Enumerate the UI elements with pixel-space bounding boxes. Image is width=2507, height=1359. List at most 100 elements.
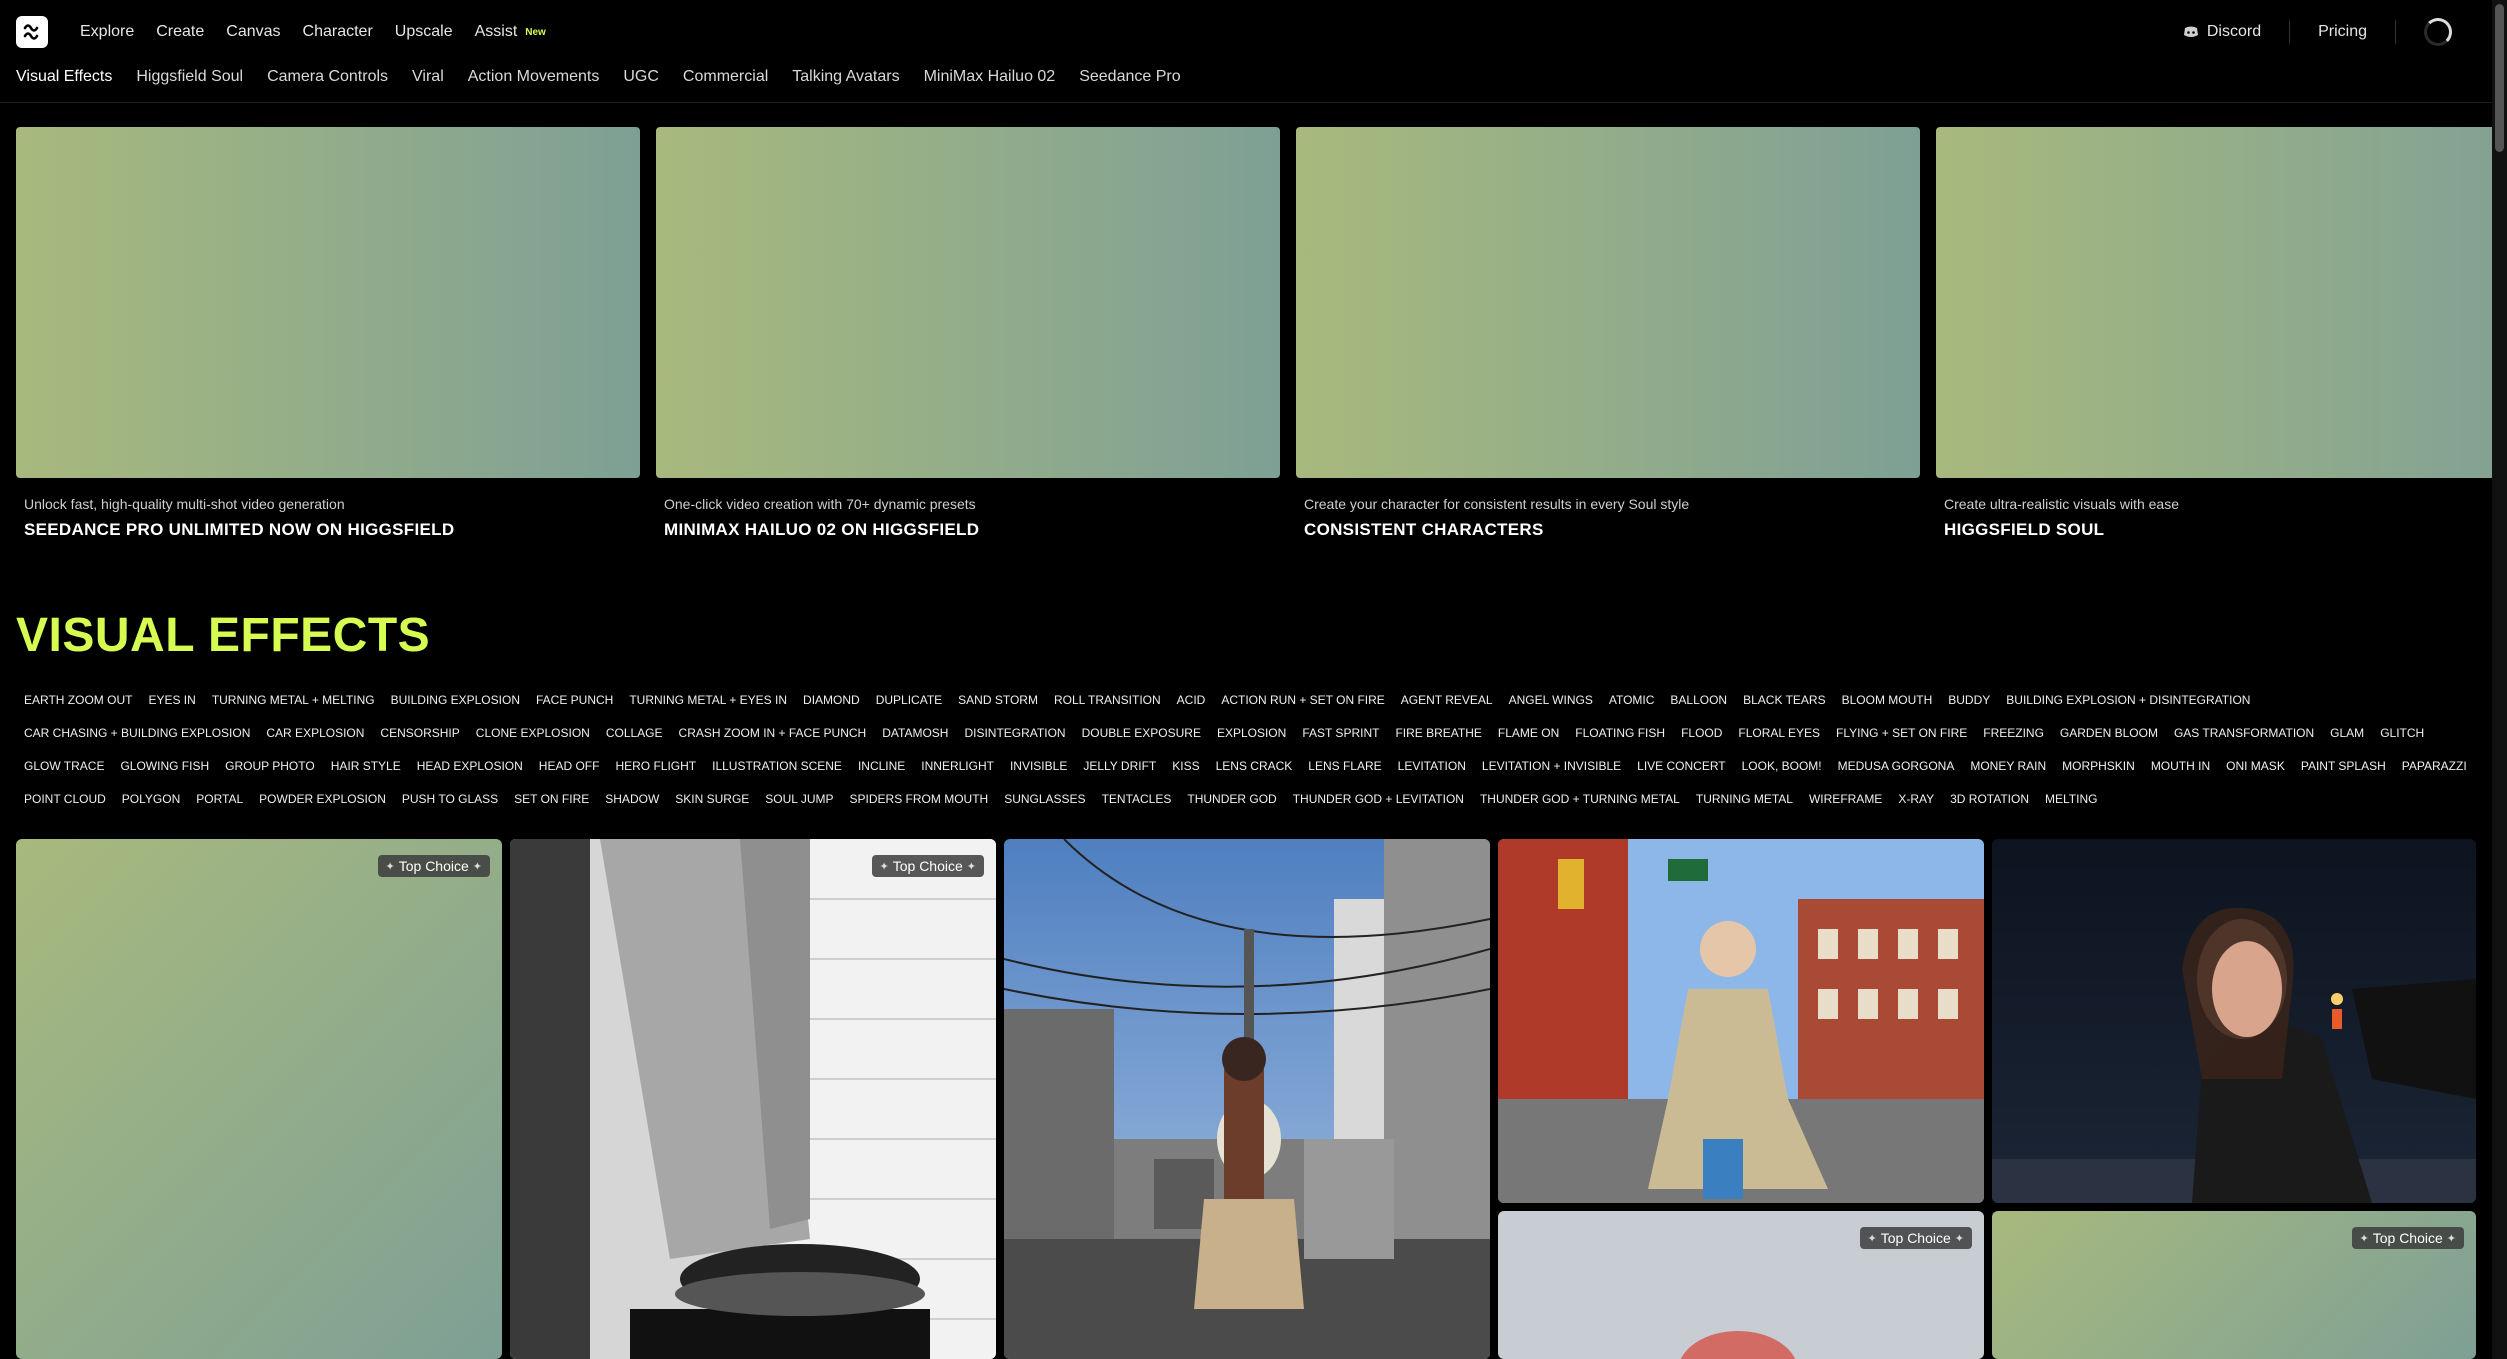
effect-tag[interactable]: MOUTH IN (2143, 752, 2218, 785)
gallery-tile[interactable]: ✦ Top Choice ✦ (1498, 1211, 1984, 1359)
gallery-tile[interactable]: ✦ Top Choice ✦ (510, 839, 996, 1359)
effect-tag[interactable]: BLACK TEARS (1735, 686, 1833, 719)
gallery-tile[interactable] (1498, 839, 1984, 1203)
effect-tag[interactable]: BALLOON (1662, 686, 1735, 719)
effect-tag[interactable]: SET ON FIRE (506, 785, 597, 818)
effect-tag[interactable]: LOOK, BOOM! (1734, 752, 1830, 785)
discord-link[interactable]: Discord (2183, 23, 2261, 41)
effect-tag[interactable]: ILLUSTRATION SCENE (704, 752, 850, 785)
nav-assist[interactable]: Assist New (475, 23, 546, 41)
tab-viral[interactable]: Viral (412, 68, 444, 86)
effect-tag[interactable]: MONEY RAIN (1962, 752, 2054, 785)
gallery-tile[interactable] (1992, 839, 2476, 1203)
effect-tag[interactable]: BUILDING EXPLOSION (383, 686, 528, 719)
nav-explore[interactable]: Explore (80, 23, 134, 41)
effect-tag[interactable]: EARTH ZOOM OUT (16, 686, 140, 719)
gallery-tile[interactable]: ✦ Top Choice ✦ (16, 839, 502, 1359)
tab-camera-controls[interactable]: Camera Controls (267, 68, 388, 86)
hero-card[interactable]: Create your character for consistent res… (1296, 127, 1920, 540)
effect-tag[interactable]: FLAME ON (1490, 719, 1567, 752)
effect-tag[interactable]: GLOWING FISH (112, 752, 217, 785)
effect-tag[interactable]: MEDUSA GORGONA (1830, 752, 1963, 785)
tab-ugc[interactable]: UGC (623, 68, 659, 86)
tab-action-movements[interactable]: Action Movements (468, 68, 600, 86)
effect-tag[interactable]: INCLINE (850, 752, 913, 785)
nav-character[interactable]: Character (303, 23, 373, 41)
effect-tag[interactable]: TURNING METAL + EYES IN (621, 686, 795, 719)
effect-tag[interactable]: FACE PUNCH (528, 686, 621, 719)
effect-tag[interactable]: LEVITATION + INVISIBLE (1474, 752, 1629, 785)
effect-tag[interactable]: SPIDERS FROM MOUTH (842, 785, 997, 818)
page-scrollbar[interactable] (2492, 0, 2507, 1359)
effect-tag[interactable]: BLOOM MOUTH (1834, 686, 1941, 719)
effect-tag[interactable]: GARDEN BLOOM (2052, 719, 2166, 752)
effect-tag[interactable]: PAPARAZZI (2394, 752, 2475, 785)
effect-tag[interactable]: INNERLIGHT (913, 752, 1002, 785)
effect-tag[interactable]: DOUBLE EXPOSURE (1074, 719, 1209, 752)
effect-tag[interactable]: HEAD OFF (531, 752, 608, 785)
effect-tag[interactable]: COLLAGE (598, 719, 671, 752)
effect-tag[interactable]: FLOATING FISH (1567, 719, 1673, 752)
effect-tag[interactable]: THUNDER GOD + TURNING METAL (1472, 785, 1688, 818)
effect-tag[interactable]: LENS FLARE (1300, 752, 1389, 785)
effect-tag[interactable]: MORPHSKIN (2054, 752, 2143, 785)
effect-tag[interactable]: DIAMOND (795, 686, 868, 719)
effect-tag[interactable]: JELLY DRIFT (1075, 752, 1164, 785)
higgsfield-logo[interactable] (16, 16, 48, 48)
effect-tag[interactable]: SOUL JUMP (757, 785, 841, 818)
effect-tag[interactable]: LEVITATION (1390, 752, 1474, 785)
effect-tag[interactable]: EXPLOSION (1209, 719, 1294, 752)
effect-tag[interactable]: THUNDER GOD (1179, 785, 1284, 818)
effect-tag[interactable]: DUPLICATE (868, 686, 950, 719)
hero-card[interactable]: Create ultra-realistic visuals with ease… (1936, 127, 2492, 540)
nav-canvas[interactable]: Canvas (226, 23, 280, 41)
effect-tag[interactable]: DISINTEGRATION (956, 719, 1073, 752)
effect-tag[interactable]: GLAM (2322, 719, 2372, 752)
effect-tag[interactable]: ANGEL WINGS (1501, 686, 1601, 719)
effect-tag[interactable]: TURNING METAL + MELTING (204, 686, 383, 719)
effect-tag[interactable]: CENSORSHIP (372, 719, 467, 752)
effect-tag[interactable]: GLOW TRACE (16, 752, 112, 785)
scrollbar-thumb[interactable] (2495, 4, 2504, 152)
effect-tag[interactable]: ACTION RUN + SET ON FIRE (1213, 686, 1392, 719)
nav-upscale[interactable]: Upscale (395, 23, 453, 41)
effect-tag[interactable]: 3D ROTATION (1942, 785, 2037, 818)
effect-tag[interactable]: GLITCH (2372, 719, 2432, 752)
tab-visual-effects[interactable]: Visual Effects (16, 68, 112, 86)
effect-tag[interactable]: CAR EXPLOSION (258, 719, 372, 752)
effect-tag[interactable]: SKIN SURGE (667, 785, 757, 818)
effect-tag[interactable]: SAND STORM (950, 686, 1046, 719)
effect-tag[interactable]: EYES IN (140, 686, 203, 719)
effect-tag[interactable]: FAST SPRINT (1294, 719, 1387, 752)
effect-tag[interactable]: FLORAL EYES (1730, 719, 1828, 752)
effect-tag[interactable]: POLYGON (114, 785, 188, 818)
effect-tag[interactable]: ONI MASK (2218, 752, 2293, 785)
pricing-link[interactable]: Pricing (2318, 23, 2367, 41)
effect-tag[interactable]: FLYING + SET ON FIRE (1828, 719, 1975, 752)
effect-tag[interactable]: HAIR STYLE (323, 752, 409, 785)
effect-tag[interactable]: WIREFRAME (1801, 785, 1890, 818)
effect-tag[interactable]: AGENT REVEAL (1393, 686, 1501, 719)
effect-tag[interactable]: BUILDING EXPLOSION + DISINTEGRATION (1998, 686, 2258, 719)
effect-tag[interactable]: FIRE BREATHE (1387, 719, 1489, 752)
hero-card[interactable]: One-click video creation with 70+ dynami… (656, 127, 1280, 540)
effect-tag[interactable]: GAS TRANSFORMATION (2166, 719, 2322, 752)
gallery-tile[interactable]: ✦ Top Choice ✦ (1992, 1211, 2476, 1359)
effect-tag[interactable]: POINT CLOUD (16, 785, 114, 818)
effect-tag[interactable]: HEAD EXPLOSION (409, 752, 531, 785)
effect-tag[interactable]: PAINT SPLASH (2293, 752, 2394, 785)
effect-tag[interactable]: ROLL TRANSITION (1046, 686, 1169, 719)
effect-tag[interactable]: CLONE EXPLOSION (468, 719, 598, 752)
effect-tag[interactable]: HERO FLIGHT (607, 752, 704, 785)
effect-tag[interactable]: PORTAL (188, 785, 251, 818)
effect-tag[interactable]: MELTING (2037, 785, 2105, 818)
effect-tag[interactable]: ATOMIC (1601, 686, 1663, 719)
effect-tag[interactable]: INVISIBLE (1002, 752, 1075, 785)
effect-tag[interactable]: SHADOW (597, 785, 667, 818)
effect-tag[interactable]: TURNING METAL (1688, 785, 1801, 818)
effect-tag[interactable]: X-RAY (1890, 785, 1942, 818)
effect-tag[interactable]: SUNGLASSES (996, 785, 1093, 818)
effect-tag[interactable]: FLOOD (1673, 719, 1730, 752)
effect-tag[interactable]: TENTACLES (1094, 785, 1180, 818)
effect-tag[interactable]: CAR CHASING + BUILDING EXPLOSION (16, 719, 258, 752)
